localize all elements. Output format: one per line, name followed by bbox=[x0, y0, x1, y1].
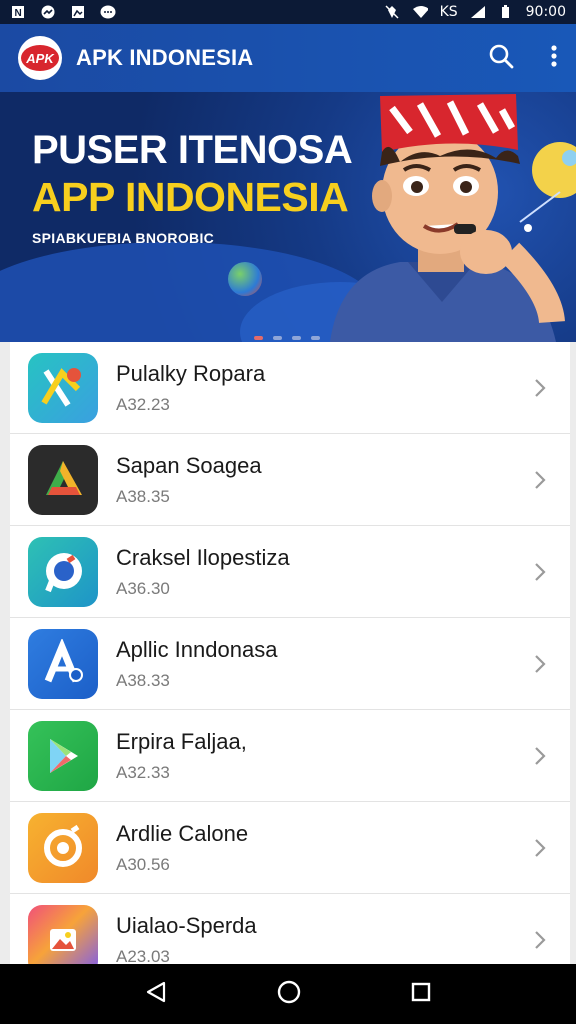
chevron-right-icon[interactable] bbox=[520, 929, 560, 951]
svg-text:N: N bbox=[15, 8, 22, 19]
carousel-dot[interactable] bbox=[254, 336, 263, 340]
chevron-right-icon[interactable] bbox=[520, 837, 560, 859]
notification-n-icon: N bbox=[10, 5, 26, 19]
play-store-icon bbox=[28, 720, 98, 791]
app-version: A38.35 bbox=[116, 486, 170, 506]
list-item[interactable]: Apllic Inndonasa A38.33 bbox=[10, 618, 570, 710]
app-name: Craksel Ilopestiza bbox=[116, 544, 290, 570]
messenger-icon bbox=[40, 5, 56, 19]
home-icon[interactable] bbox=[276, 979, 302, 1010]
app-list: Pulalky Ropara A32.23 Sapan Soagea A38.3… bbox=[10, 342, 570, 964]
drive-triangle-icon bbox=[28, 444, 98, 515]
gallery-icon bbox=[28, 904, 98, 964]
app-name: Ardlie Calone bbox=[116, 820, 249, 846]
banner-subheadline: APP INDONESIA bbox=[32, 174, 349, 220]
app-name: Apllic Inndonasa bbox=[116, 636, 278, 662]
app-version: A30.56 bbox=[116, 854, 170, 874]
compass-chat-icon bbox=[28, 536, 98, 607]
signal-icon bbox=[470, 5, 486, 19]
app-name: Sapan Soagea bbox=[116, 452, 262, 478]
app-name: Erpira Faljaa, bbox=[116, 728, 247, 754]
wifi-icon bbox=[412, 5, 428, 19]
app-version: A23.03 bbox=[116, 946, 170, 965]
chevron-right-icon[interactable] bbox=[520, 653, 560, 675]
chevron-right-icon[interactable] bbox=[520, 745, 560, 767]
logo-text: APK bbox=[21, 45, 59, 71]
letter-a-icon bbox=[28, 628, 98, 699]
app-title: APK INDONESIA bbox=[76, 45, 254, 70]
status-bar: N KS 90:00 bbox=[0, 0, 576, 24]
chat-notification-icon bbox=[100, 5, 116, 19]
carousel-indicator[interactable] bbox=[254, 336, 320, 340]
status-time: 90:00 bbox=[525, 4, 566, 20]
chevron-right-icon[interactable] bbox=[520, 561, 560, 583]
app-version: A36.30 bbox=[116, 578, 170, 598]
app-version: A32.33 bbox=[116, 762, 170, 782]
app-name: Pulalky Ropara bbox=[116, 360, 266, 386]
recents-icon[interactable] bbox=[410, 981, 432, 1008]
list-item[interactable]: Erpira Faljaa, A32.33 bbox=[10, 710, 570, 802]
carousel-dot[interactable] bbox=[311, 336, 320, 340]
banner-headline: PUSER ITENOSA bbox=[32, 128, 353, 172]
app-name: Uialao-Sperda bbox=[116, 912, 257, 938]
battery-icon bbox=[498, 5, 514, 19]
carousel-dot[interactable] bbox=[273, 336, 282, 340]
overflow-menu-icon[interactable] bbox=[550, 44, 558, 73]
banner-tagline: SPIABKUEBIA BNOROBIC bbox=[32, 230, 215, 246]
system-nav-bar bbox=[0, 964, 576, 1024]
app-version: A32.23 bbox=[116, 394, 170, 414]
chevron-right-icon[interactable] bbox=[520, 469, 560, 491]
list-item[interactable]: Uialao-Sperda A23.03 bbox=[10, 894, 570, 964]
list-item[interactable]: Sapan Soagea A38.35 bbox=[10, 434, 570, 526]
image-notification-icon bbox=[70, 5, 86, 19]
search-icon[interactable] bbox=[488, 43, 514, 74]
carousel-dot[interactable] bbox=[292, 336, 301, 340]
list-item[interactable]: Ardlie Calone A30.56 bbox=[10, 802, 570, 894]
back-icon[interactable] bbox=[144, 980, 168, 1009]
globe-icon bbox=[228, 262, 262, 296]
camera-lens-icon bbox=[28, 812, 98, 883]
mascot-illustration bbox=[330, 94, 576, 342]
chevron-right-icon[interactable] bbox=[520, 377, 560, 399]
list-item[interactable]: Pulalky Ropara A32.23 bbox=[10, 342, 570, 434]
pencil-brush-icon bbox=[28, 352, 98, 423]
network-label: KS bbox=[439, 4, 458, 20]
promo-banner[interactable]: PUSER ITENOSA APP INDONESIA SPIABKUEBIA … bbox=[0, 92, 576, 342]
app-logo: APK bbox=[18, 36, 62, 80]
app-bar: APK APK INDONESIA bbox=[0, 24, 576, 92]
app-version: A38.33 bbox=[116, 670, 170, 690]
list-item[interactable]: Craksel Ilopestiza A36.30 bbox=[10, 526, 570, 618]
mute-icon bbox=[384, 5, 400, 19]
